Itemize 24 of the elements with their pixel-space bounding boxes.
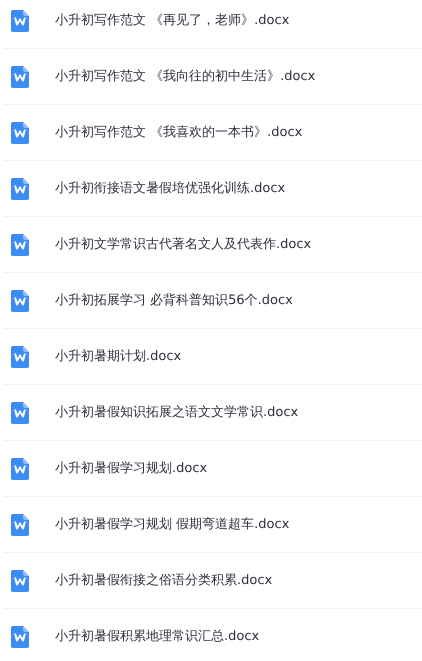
document-icon bbox=[10, 232, 30, 256]
file-name[interactable]: 小升初写作范文 《再见了，老师》.docx bbox=[55, 10, 290, 30]
document-icon bbox=[10, 176, 30, 200]
document-icon bbox=[10, 624, 30, 648]
file-name[interactable]: 小升初衔接语文暑假培优强化训练.docx bbox=[55, 178, 286, 198]
document-icon bbox=[10, 288, 30, 312]
file-name[interactable]: 小升初暑假知识拓展之语文文学常识.docx bbox=[55, 402, 298, 422]
document-icon bbox=[10, 400, 30, 424]
document-icon bbox=[10, 8, 30, 32]
file-name[interactable]: 小升初拓展学习 必背科普知识56个.docx bbox=[55, 290, 293, 310]
document-icon bbox=[10, 512, 30, 536]
document-icon bbox=[10, 120, 30, 144]
document-icon bbox=[10, 64, 30, 88]
document-icon bbox=[10, 344, 30, 368]
document-icon bbox=[10, 456, 30, 480]
file-name[interactable]: 小升初暑假衔接之俗语分类积累.docx bbox=[55, 570, 272, 590]
file-name[interactable]: 小升初暑假积累地理常识汇总.docx bbox=[55, 626, 260, 646]
file-name[interactable]: 小升初暑期计划.docx bbox=[55, 346, 182, 366]
file-name[interactable]: 小升初暑假学习规划.docx bbox=[55, 458, 208, 478]
file-name[interactable]: 小升初写作范文 《我喜欢的一本书》.docx bbox=[55, 122, 302, 142]
file-name[interactable]: 小升初文学常识古代著名文人及代表作.docx bbox=[55, 234, 312, 254]
document-icon bbox=[10, 568, 30, 592]
file-name[interactable]: 小升初暑假学习规划 假期弯道超车.docx bbox=[55, 514, 290, 534]
file-name[interactable]: 小升初写作范文 《我向往的初中生活》.docx bbox=[55, 66, 316, 86]
